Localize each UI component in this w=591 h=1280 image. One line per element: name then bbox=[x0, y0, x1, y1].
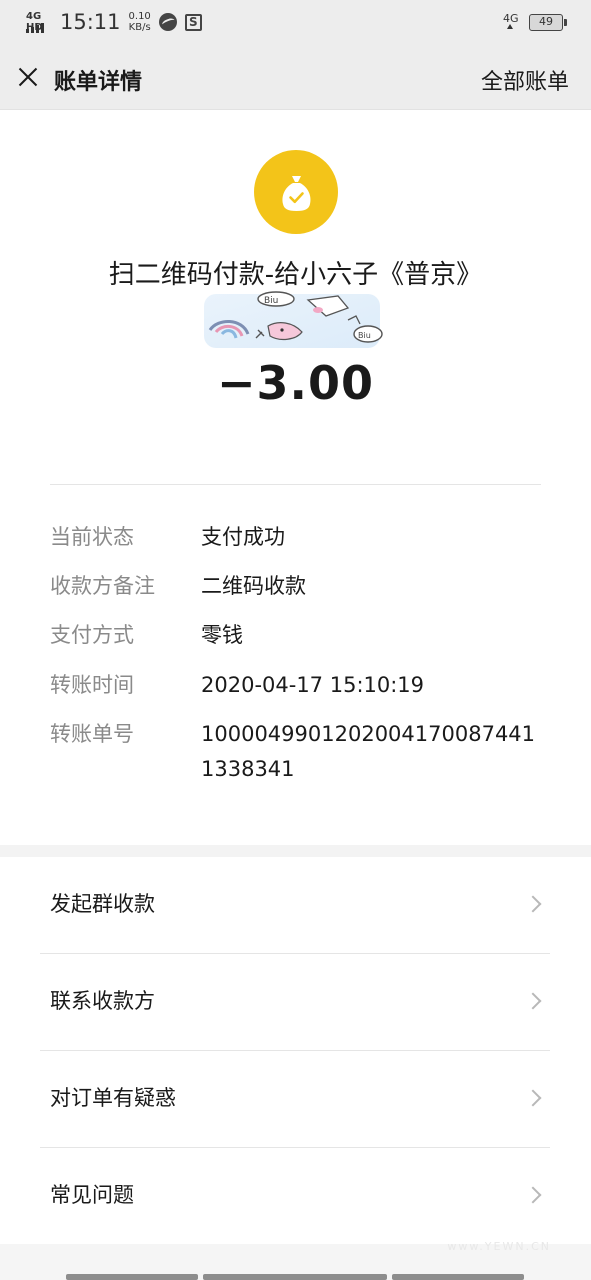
s-app-icon: S bbox=[184, 13, 202, 31]
speed-value: 0.10 bbox=[128, 11, 151, 22]
detail-label: 当前状态 bbox=[50, 525, 134, 549]
app-notification-icon bbox=[158, 13, 177, 31]
bag-icon bbox=[282, 176, 311, 211]
detail-value: 零钱 bbox=[201, 623, 243, 647]
action-label: 对订单有疑惑 bbox=[50, 1086, 176, 1110]
chevron-right-icon bbox=[524, 1186, 542, 1204]
detail-label: 转账时间 bbox=[50, 673, 134, 697]
chevron-right-icon bbox=[524, 992, 542, 1010]
detail-value: 支付成功 bbox=[201, 525, 285, 549]
detail-label: 收款方备注 bbox=[50, 574, 155, 598]
speed-unit: KB/s bbox=[128, 22, 151, 33]
detail-value: 二维码收款 bbox=[201, 574, 306, 598]
action-label: 常见问题 bbox=[50, 1183, 134, 1207]
mobile-data-icon: 4G bbox=[503, 12, 521, 32]
order-question-row[interactable]: 对订单有疑惑 bbox=[0, 1051, 591, 1148]
battery-level: 49 bbox=[539, 14, 553, 28]
start-group-collection-row[interactable]: 发起群收款 bbox=[0, 857, 591, 954]
nav-bar: 账单详情 全部账单 bbox=[0, 46, 591, 110]
svg-text:Biu: Biu bbox=[264, 296, 278, 306]
clock: 15:11 bbox=[60, 10, 121, 34]
action-label: 联系收款方 bbox=[50, 989, 155, 1013]
transaction-amount: −3.00 bbox=[216, 356, 375, 410]
gesture-bar-center[interactable] bbox=[203, 1274, 387, 1280]
detail-value: 2020-04-17 15:10:19 bbox=[201, 673, 425, 697]
page-title: 账单详情 bbox=[54, 70, 143, 95]
gesture-bar-left[interactable] bbox=[66, 1274, 198, 1280]
money-bag-check-icon bbox=[254, 150, 338, 234]
transfer-number[interactable]: 100004990120200417008744​11338341 bbox=[201, 717, 546, 787]
chevron-right-icon bbox=[524, 895, 542, 913]
section-separator bbox=[0, 845, 591, 857]
battery-icon: 49 bbox=[529, 13, 567, 31]
faq-row[interactable]: 常见问题 bbox=[0, 1148, 591, 1245]
action-label: 发起群收款 bbox=[50, 892, 155, 916]
svg-text:Biu: Biu bbox=[358, 331, 371, 340]
detail-label: 转账单号 bbox=[50, 722, 134, 746]
status-bar: 4G HD 15:11 0.10 KB/s S 4G 49 bbox=[0, 0, 591, 46]
close-icon[interactable] bbox=[16, 65, 40, 89]
gesture-bar-right[interactable] bbox=[392, 1274, 524, 1280]
network-indicator: 4G HD bbox=[26, 11, 52, 33]
watermark: www.YEWN.CN bbox=[447, 1240, 551, 1253]
payee-title: 扫二维码付款-给小六子《普京》 bbox=[108, 260, 483, 290]
all-bills-link[interactable]: 全部账单 bbox=[481, 64, 569, 96]
payee-sticker-image: Biu Biu bbox=[204, 291, 383, 348]
network-speed: 0.10 KB/s bbox=[129, 11, 151, 33]
contact-payee-row[interactable]: 联系收款方 bbox=[0, 954, 591, 1051]
chevron-right-icon bbox=[524, 1089, 542, 1107]
detail-label: 支付方式 bbox=[50, 623, 134, 647]
divider bbox=[50, 484, 541, 485]
signal-bars-icon bbox=[26, 23, 44, 33]
